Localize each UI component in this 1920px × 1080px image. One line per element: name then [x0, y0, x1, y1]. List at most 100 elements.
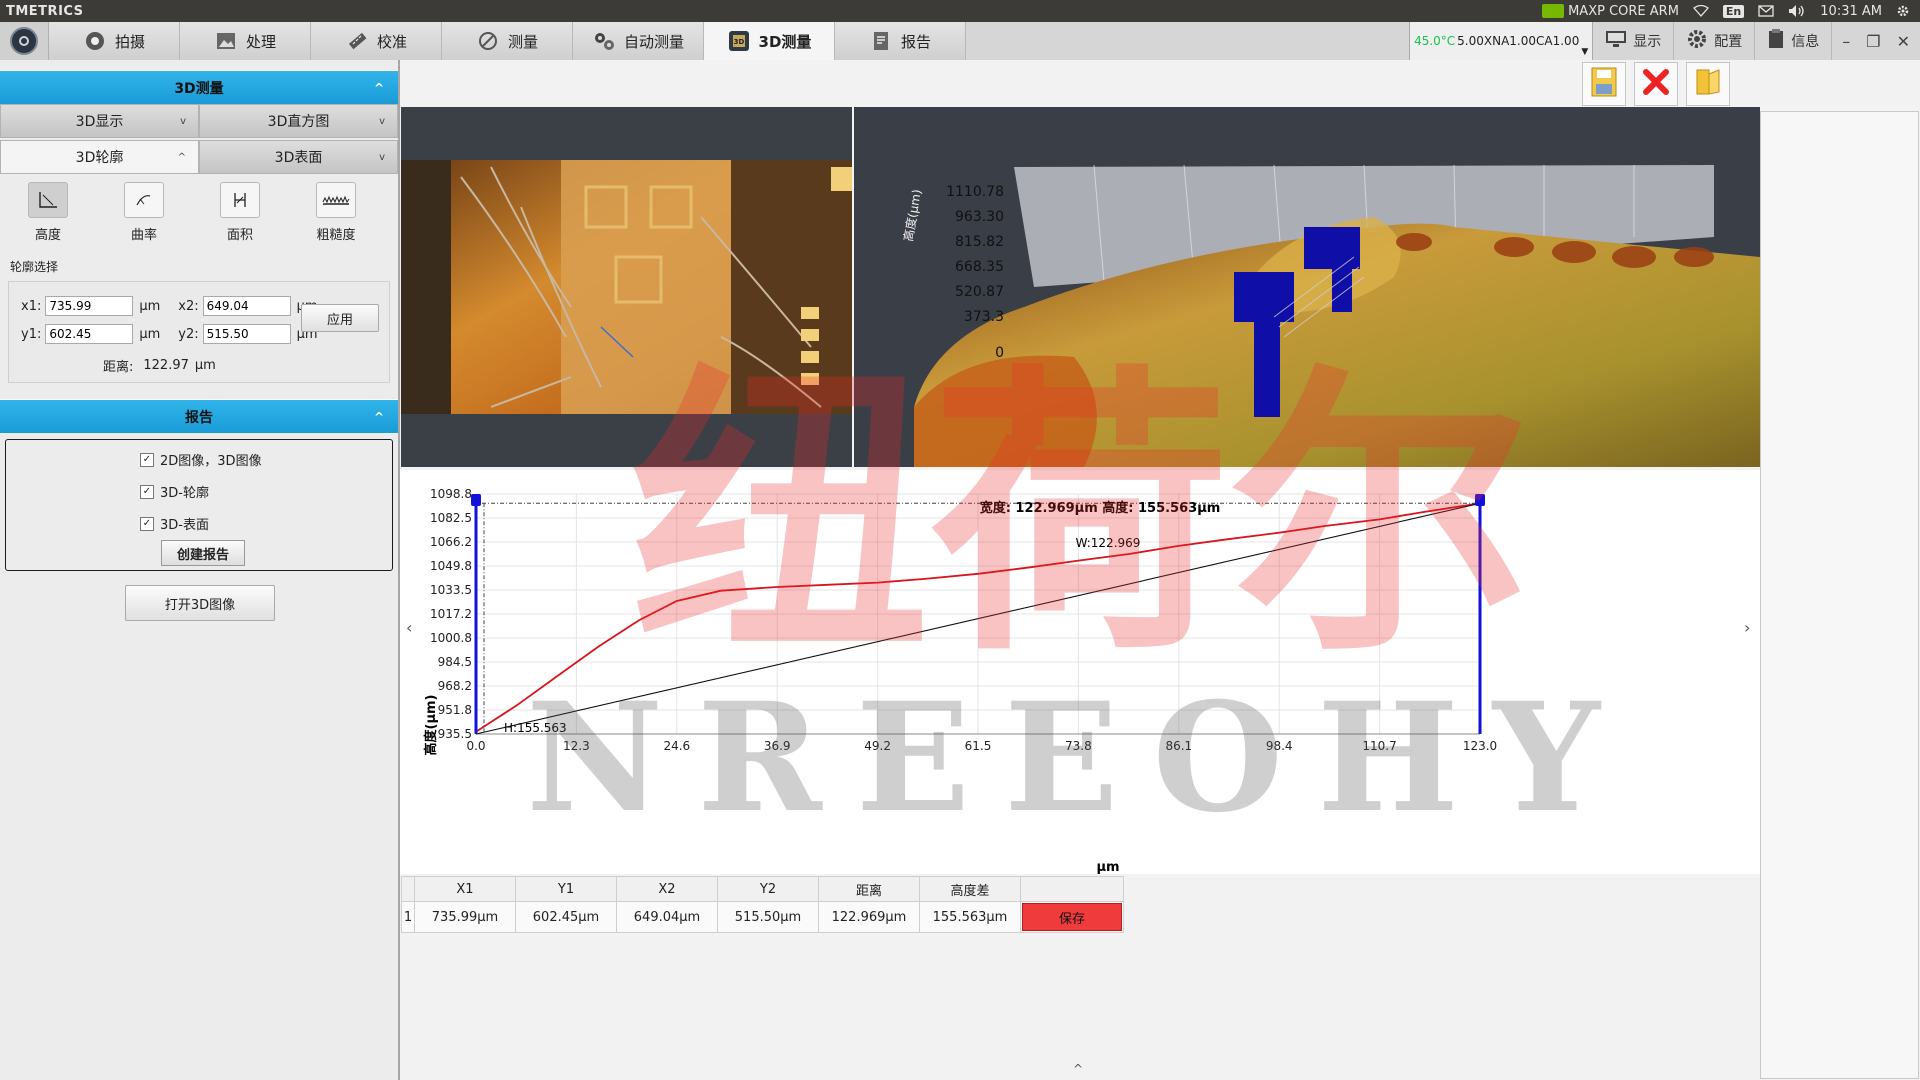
unit-label: μm: [139, 326, 161, 342]
section-3d-measure[interactable]: 3D测量 ^: [0, 70, 398, 104]
header-x2[interactable]: X2: [616, 876, 718, 902]
x-tick-label: 123.0: [1463, 739, 1497, 753]
chevron-right-icon[interactable]: ›: [1744, 618, 1750, 637]
unit-label: μm: [194, 358, 216, 373]
tab-calibrate[interactable]: 校准: [311, 22, 442, 60]
table-header-row: X1 Y1 X2 Y2 距离 高度差: [401, 876, 1124, 902]
distance-value: 122.97: [143, 358, 189, 373]
volume-icon[interactable]: [1788, 4, 1806, 18]
tab-label: 3D测量: [758, 32, 812, 51]
settings-gear-icon[interactable]: [1896, 4, 1910, 18]
clock[interactable]: 10:31 AM: [1820, 4, 1882, 19]
main-area: 高度(μm) 1110.78 963.30 815.82 668.35 520.…: [400, 60, 1760, 1080]
section-report[interactable]: 报告 ^: [0, 399, 398, 433]
header-y1[interactable]: Y1: [515, 876, 617, 902]
wifi-icon[interactable]: [1692, 5, 1709, 17]
tool-curvature[interactable]: 曲率: [96, 182, 192, 243]
image-2d-view[interactable]: [401, 107, 852, 467]
chevron-up-icon[interactable]: ^: [1073, 1062, 1083, 1076]
tab-measure[interactable]: 测量: [442, 22, 573, 60]
header-x1[interactable]: X1: [414, 876, 516, 902]
section-title: 3D测量: [174, 80, 224, 97]
btn-3d-surface[interactable]: 3D表面 v: [199, 140, 398, 174]
create-report-button[interactable]: 创建报告: [161, 540, 245, 566]
tool-roughness[interactable]: 粗糙度: [288, 182, 384, 243]
restore-icon[interactable]: ❐: [1866, 32, 1880, 51]
report-icon: [869, 29, 893, 53]
y-tick-label: 1049.8: [430, 559, 472, 573]
tab-report[interactable]: 报告: [835, 22, 966, 60]
btn-3d-profile[interactable]: 3D轮廓 ^: [0, 140, 199, 174]
x-tick-label: 98.4: [1266, 739, 1293, 753]
config-button[interactable]: 配置: [1674, 22, 1756, 60]
left-panel: 3D测量 ^ 3D显示 v 3D直方图 v 3D轮廓 ^ 3D表面 v 高度 曲率 面积…: [0, 60, 400, 1080]
header-height-diff[interactable]: 高度差: [919, 876, 1021, 902]
keyboard-layout[interactable]: En: [1722, 4, 1745, 18]
x1-input[interactable]: [45, 296, 134, 316]
y2-input[interactable]: [202, 324, 291, 344]
checkbox-checked[interactable]: ✓: [140, 516, 154, 531]
minimize-icon[interactable]: –: [1842, 32, 1850, 51]
open-3d-image-button[interactable]: 打开3D图像: [125, 585, 275, 621]
x-tick-label: 86.1: [1165, 739, 1192, 753]
gpu-indicator[interactable]: MAXP CORE ARM: [1541, 4, 1679, 19]
btn-label: 3D轮廓: [75, 150, 124, 166]
chevron-left-icon[interactable]: ‹: [406, 618, 412, 637]
chevron-down-icon: v: [379, 115, 385, 127]
y2-label: y2:: [178, 326, 199, 342]
height-icon: [28, 182, 68, 218]
delete-button[interactable]: [1634, 62, 1678, 106]
report-option-images[interactable]: ✓ 2D图像，3D图像: [140, 450, 262, 469]
x2-input[interactable]: [202, 296, 291, 316]
tab-label: 校准: [376, 32, 407, 51]
close-icon[interactable]: ✕: [1897, 32, 1910, 51]
apply-button[interactable]: 应用: [301, 304, 379, 332]
btn-label: 3D表面: [274, 150, 323, 166]
header-y2[interactable]: Y2: [717, 876, 819, 902]
app-logo-icon: [10, 27, 38, 55]
report-option-surface[interactable]: ✓ 3D-表面: [140, 514, 209, 533]
profile-select-box: x1: μm x2: μm y1: μm y2: μm 应用 距离: 122.9…: [8, 281, 390, 383]
option-label: 3D-轮廓: [160, 486, 209, 501]
mail-icon[interactable]: [1758, 5, 1774, 17]
tab-process[interactable]: 处理: [180, 22, 311, 60]
chevron-up-icon: ^: [373, 80, 384, 95]
table-row[interactable]: 1 735.99μm 602.45μm 649.04μm 515.50μm 12…: [401, 901, 1124, 933]
y-tick-label: 1017.2: [430, 607, 472, 621]
folder-icon: [1693, 66, 1723, 102]
save-row-button[interactable]: 保存: [1022, 903, 1122, 931]
width-annotation: W:122.969: [1076, 536, 1141, 550]
tab-auto-measure[interactable]: 自动测量: [573, 22, 704, 60]
save-file-button[interactable]: [1582, 62, 1626, 106]
report-option-profile[interactable]: ✓ 3D-轮廓: [140, 482, 209, 501]
gear-icon: [1686, 28, 1708, 54]
x-tick-label: 24.6: [663, 739, 690, 753]
objective-status[interactable]: 45.0°C 5.00XNA1.00CA1.00 ▼: [1409, 22, 1594, 60]
tab-label: 自动测量: [623, 32, 684, 51]
tab-capture[interactable]: 拍摄: [49, 22, 180, 60]
profile-chart[interactable]: 0.0 12.3 24.6 36.9 49.2 61.5 73.8 86.1 98.4 110.7…: [400, 470, 1760, 874]
y1-input[interactable]: [45, 324, 134, 344]
image-process-icon: [214, 29, 238, 53]
toolbar-right: 45.0°C 5.00XNA1.00CA1.00 ▼ 显示 配置 信息 – ❐ …: [1409, 22, 1920, 60]
unit-label: μm: [139, 298, 161, 314]
results-table-area: X1 Y1 X2 Y2 距离 高度差 1 735.99μm 602.45μm 6…: [401, 876, 1760, 1080]
tool-height[interactable]: 高度: [0, 182, 96, 243]
y-tick-label: 935.5: [438, 727, 472, 741]
open-folder-button[interactable]: [1686, 62, 1730, 106]
tool-area[interactable]: 面积: [192, 182, 288, 243]
btn-3d-display[interactable]: 3D显示 v: [0, 104, 199, 138]
btn-label: 3D显示: [75, 114, 124, 130]
3d-tick: 668.35: [955, 259, 1004, 275]
checkbox-checked[interactable]: ✓: [140, 452, 154, 467]
btn-3d-histogram[interactable]: 3D直方图 v: [199, 104, 398, 138]
header-distance[interactable]: 距离: [818, 876, 920, 902]
cell-x2: 649.04μm: [616, 901, 718, 933]
tab-3d-measure[interactable]: 3D 3D测量: [704, 22, 835, 60]
home-button[interactable]: [0, 22, 49, 60]
info-button[interactable]: 信息: [1755, 22, 1833, 60]
display-button[interactable]: 显示: [1593, 22, 1675, 60]
image-3d-view[interactable]: 高度(μm) 1110.78 963.30 815.82 668.35 520.…: [854, 107, 1760, 467]
checkbox-checked[interactable]: ✓: [140, 484, 154, 499]
sub-row-2: 3D轮廓 ^ 3D表面 v: [0, 140, 398, 174]
